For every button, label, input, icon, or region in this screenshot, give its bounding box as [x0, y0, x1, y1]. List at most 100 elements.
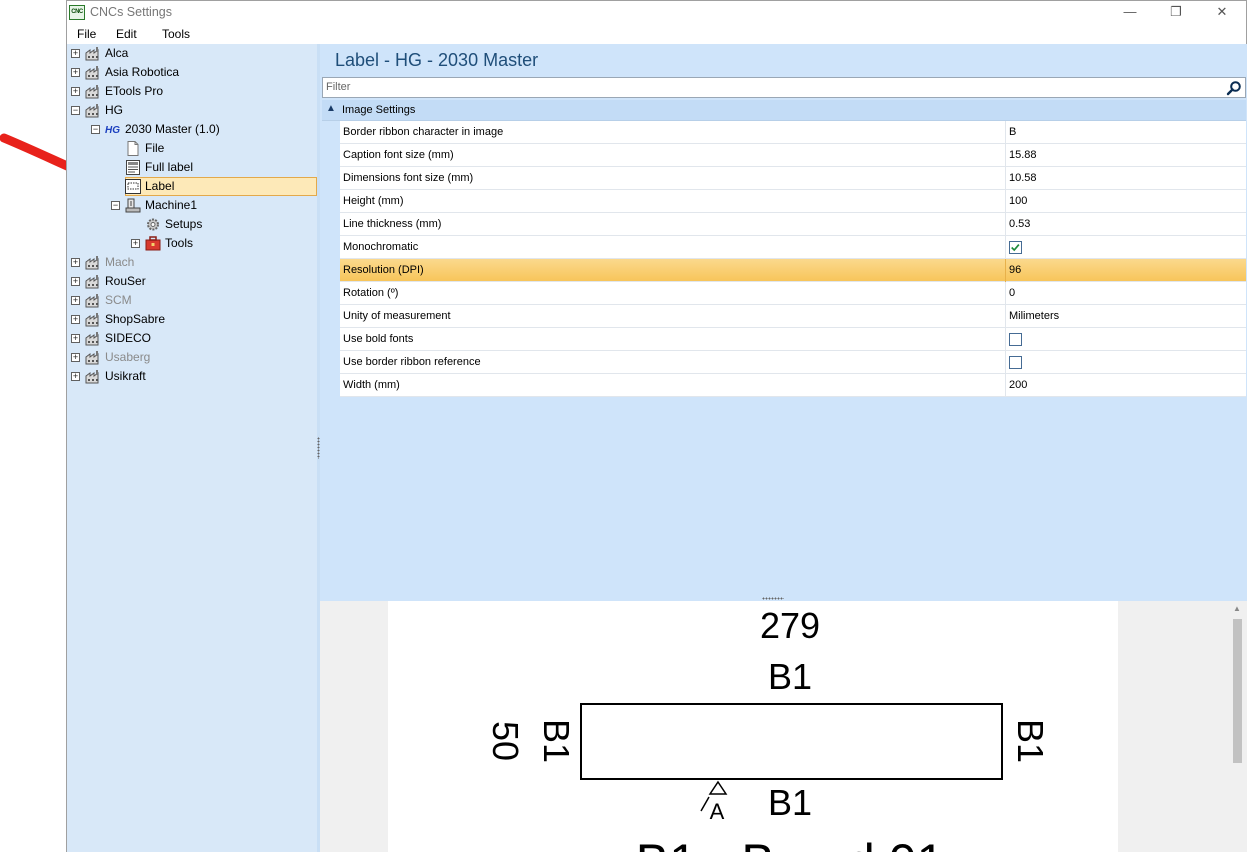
tree-item-manufacturer[interactable]: + ShopSabre: [67, 310, 317, 329]
tree-item-label: Mach: [105, 255, 135, 269]
expand-icon[interactable]: +: [71, 277, 80, 286]
collapse-icon[interactable]: −: [111, 201, 120, 210]
expand-icon[interactable]: +: [71, 258, 80, 267]
property-row[interactable]: Monochromatic: [340, 236, 1246, 259]
property-value: 15.88: [1009, 149, 1037, 161]
category-image-settings[interactable]: ▲ Image Settings: [322, 100, 1246, 121]
scroll-thumb[interactable]: [1233, 619, 1242, 763]
right-edge-text: B1: [1010, 719, 1051, 763]
app-window: CNC CNCs Settings — ❐ ✕ File Edit Tools …: [66, 0, 1247, 852]
property-value: 200: [1009, 379, 1028, 391]
tree-item-manufacturer[interactable]: + SCM: [67, 291, 317, 310]
property-row[interactable]: Resolution (DPI) 96: [340, 259, 1246, 282]
file-icon: [125, 141, 141, 156]
property-value-cell[interactable]: 0.53: [1005, 213, 1246, 236]
minimize-button[interactable]: —: [1107, 1, 1153, 24]
property-row[interactable]: Unity of measurement Milimeters: [340, 305, 1246, 328]
menu-file[interactable]: File: [77, 27, 96, 41]
grain-marker-icon: A: [700, 780, 728, 824]
property-row[interactable]: Border ribbon character in image B: [340, 121, 1246, 144]
factory-icon: [85, 293, 101, 308]
tree-item-tools[interactable]: + Tools: [67, 234, 317, 253]
expand-icon[interactable]: +: [71, 296, 80, 305]
piece-outline: [580, 703, 1003, 780]
property-value-cell[interactable]: Milimeters: [1005, 305, 1246, 328]
factory-icon: [85, 84, 101, 99]
property-value-cell[interactable]: 0: [1005, 282, 1246, 305]
property-value-cell[interactable]: [1005, 328, 1246, 351]
property-row[interactable]: Caption font size (mm) 15.88: [340, 144, 1246, 167]
chevron-up-icon[interactable]: ▲: [326, 103, 336, 114]
settings-panel: Label - HG - 2030 Master Filter ▲ Image …: [320, 44, 1247, 597]
menu-tools[interactable]: Tools: [162, 27, 190, 41]
full-label-icon: [125, 160, 141, 175]
tree-item-manufacturer[interactable]: + Usikraft: [67, 367, 317, 386]
property-value-cell[interactable]: [1005, 351, 1246, 374]
property-value-cell[interactable]: 15.88: [1005, 144, 1246, 167]
property-row[interactable]: Use border ribbon reference: [340, 351, 1246, 374]
tree-item-manufacturer[interactable]: + RouSer: [67, 272, 317, 291]
tree-item-model[interactable]: − HG 2030 Master (1.0): [67, 120, 317, 139]
tree-item-manufacturer[interactable]: + Alca: [67, 44, 317, 63]
tree-item-manufacturer[interactable]: + ETools Pro: [67, 82, 317, 101]
property-row[interactable]: Dimensions font size (mm) 10.58: [340, 167, 1246, 190]
property-value-cell[interactable]: 96: [1005, 259, 1246, 282]
tree-item-manufacturer[interactable]: − HG: [67, 101, 317, 120]
factory-icon: [85, 103, 101, 118]
tree-item-label: Alca: [105, 46, 129, 60]
property-row[interactable]: Rotation (º) 0: [340, 282, 1246, 305]
tree-item-label-selected[interactable]: Label: [67, 177, 317, 196]
tree-item-manufacturer[interactable]: + Mach: [67, 253, 317, 272]
checkbox-unchecked[interactable]: [1009, 333, 1022, 346]
expand-icon[interactable]: +: [71, 334, 80, 343]
tree-item-manufacturer[interactable]: + Usaberg: [67, 348, 317, 367]
tree-item-manufacturer[interactable]: + Asia Robotica: [67, 63, 317, 82]
checkbox-unchecked[interactable]: [1009, 356, 1022, 369]
property-row[interactable]: Use bold fonts: [340, 328, 1246, 351]
scroll-up-icon[interactable]: ▲: [1233, 604, 1241, 613]
property-row[interactable]: Line thickness (mm) 0.53: [340, 213, 1246, 236]
property-value-cell[interactable]: 10.58: [1005, 167, 1246, 190]
search-icon[interactable]: [1226, 80, 1242, 96]
tree-item-label: Setups: [165, 217, 203, 231]
property-row[interactable]: Width (mm) 200: [340, 374, 1246, 397]
toolbox-icon: [145, 236, 161, 251]
menu-edit[interactable]: Edit: [116, 27, 137, 41]
checkbox-checked[interactable]: [1009, 241, 1022, 254]
filter-input[interactable]: Filter: [322, 77, 1246, 98]
restore-button[interactable]: ❐: [1153, 1, 1199, 24]
property-name: Line thickness (mm): [343, 218, 442, 230]
expand-icon[interactable]: +: [71, 372, 80, 381]
property-name: Monochromatic: [343, 241, 419, 253]
property-value-cell[interactable]: B: [1005, 121, 1246, 144]
property-row[interactable]: Height (mm) 100: [340, 190, 1246, 213]
property-value-cell[interactable]: 200: [1005, 374, 1246, 397]
tree-item-full-label[interactable]: Full label: [67, 158, 317, 177]
tree-item-manufacturer[interactable]: + SIDECO: [67, 329, 317, 348]
property-value-cell[interactable]: 100: [1005, 190, 1246, 213]
expand-icon[interactable]: +: [71, 68, 80, 77]
property-value: Milimeters: [1009, 310, 1060, 322]
tree-item-file[interactable]: File: [67, 139, 317, 158]
tree-item-label: Label: [145, 179, 175, 193]
factory-icon: [85, 369, 101, 384]
preview-scrollbar[interactable]: ▲: [1228, 601, 1246, 852]
tree-item-setups[interactable]: Setups: [67, 215, 317, 234]
expand-icon[interactable]: +: [131, 239, 140, 248]
property-value-cell[interactable]: [1005, 236, 1246, 259]
tree-item-machine[interactable]: − Machine1: [67, 196, 317, 215]
expand-icon[interactable]: +: [71, 315, 80, 324]
tree-item-label: ShopSabre: [105, 312, 166, 326]
expand-icon[interactable]: +: [71, 87, 80, 96]
expand-icon[interactable]: +: [71, 353, 80, 362]
bottom-edge-text: B1: [768, 782, 812, 823]
label-preview: 279 B1 50 B1 B1 B1 A B1 - Board 01 ▲: [320, 601, 1247, 852]
svg-text:HG: HG: [105, 125, 120, 136]
expand-icon[interactable]: +: [71, 49, 80, 58]
close-button[interactable]: ✕: [1199, 1, 1245, 24]
left-dimension-text: 50: [485, 721, 526, 761]
collapse-icon[interactable]: −: [71, 106, 80, 115]
hg-logo-icon: HG: [105, 122, 121, 137]
collapse-icon[interactable]: −: [91, 125, 100, 134]
machine-icon: [125, 198, 141, 213]
